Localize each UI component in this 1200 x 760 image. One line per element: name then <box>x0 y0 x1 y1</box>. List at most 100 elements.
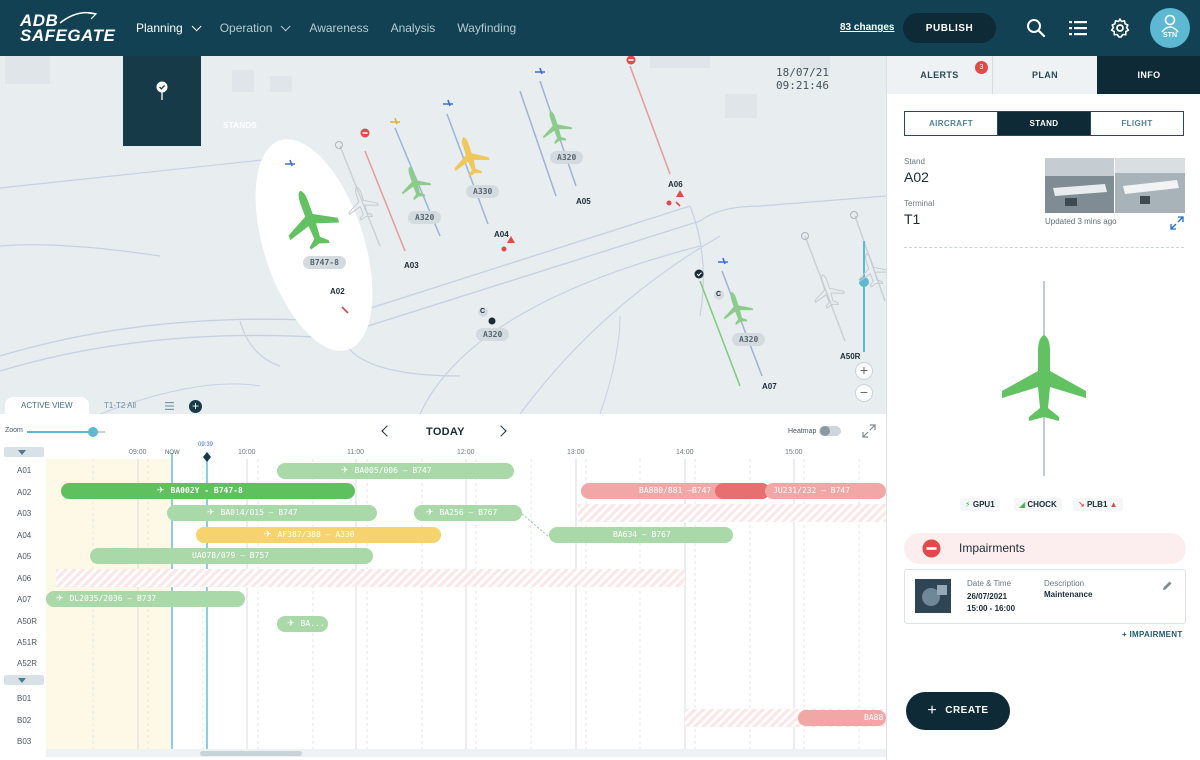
impairment-date: 26/07/2021 <box>967 592 1008 601</box>
nav-wayfinding-label: Wayfinding <box>457 21 517 35</box>
departure-icon: ✈ <box>426 508 434 518</box>
impairment-photo <box>915 579 951 613</box>
hour-label: 10:00 <box>238 449 256 456</box>
tab-info[interactable]: INFO <box>1097 56 1200 94</box>
row-label-b02: B02 <box>17 716 32 725</box>
nav-operation[interactable]: Operation <box>220 20 291 35</box>
hour-label: 13:00 <box>567 449 585 456</box>
stand-label-a05[interactable]: A05 <box>576 197 591 206</box>
nav-analysis[interactable]: Analysis <box>391 21 436 35</box>
equipment-plb1[interactable]: ↘ PLB1 ▲ <box>1073 498 1123 511</box>
row-label-b03: B03 <box>17 737 32 746</box>
hour-label: 14:00 <box>676 449 694 456</box>
aircraft-tag[interactable]: B747-8 <box>303 256 346 269</box>
flight-bar[interactable]: ✈ BA005/006 – B747 <box>277 463 514 479</box>
adb-safegate-logo[interactable]: ADB SAFEGATE <box>20 11 116 45</box>
tab-t1-t2-all[interactable]: T1-T2 All <box>88 397 152 415</box>
flight-bar[interactable]: ✈ BA014/015 – B747 <box>167 505 377 521</box>
current-time-label: 09:39 <box>198 442 214 448</box>
flight-label: BA005/006 – B747 <box>354 466 432 475</box>
flight-bar[interactable]: JU231/232 – B747 <box>765 483 886 499</box>
user-avatar[interactable]: STN <box>1150 8 1190 48</box>
details-panel: ALERTS 3 PLAN INFO AIRCRAFT STAND FLIGHT… <box>886 56 1200 760</box>
aircraft-tag[interactable]: A330 <box>466 185 500 198</box>
scrollbar-thumb[interactable] <box>200 751 302 756</box>
impairments-header[interactable]: Impairments <box>904 533 1186 564</box>
blocked-period <box>56 569 685 587</box>
flight-label: AF387/388 – A330 <box>277 530 355 539</box>
warning-icon <box>676 190 684 197</box>
flight-bar[interactable]: ✈ BA... <box>277 616 328 632</box>
terminal-value: T1 <box>904 211 921 227</box>
chevron-down-icon <box>191 20 202 31</box>
top-bar: ADB SAFEGATE Planning Operation Awarenes… <box>0 0 1200 56</box>
impairment-card[interactable]: Date & Time 26/07/2021 15:00 - 16:00 Des… <box>904 569 1186 624</box>
flight-label: JU231/232 – B747 <box>773 486 851 495</box>
aircraft-tag[interactable]: A320 <box>550 151 584 164</box>
stand-label-a04[interactable]: A04 <box>494 230 509 239</box>
tab-plan[interactable]: PLAN <box>992 56 1097 94</box>
search-icon[interactable] <box>1024 16 1048 40</box>
stand-label-a03[interactable]: A03 <box>404 261 419 270</box>
departure-icon: ✈ <box>287 619 295 629</box>
stand-label-a50r[interactable]: A50R <box>840 352 860 361</box>
stand-label-a06[interactable]: A06 <box>668 180 683 189</box>
stand-camera-photo[interactable] <box>1045 158 1185 213</box>
flight-label: BA... <box>300 619 325 628</box>
flight-bar[interactable]: ✈ AF387/388 – A330 <box>196 527 441 543</box>
warning-icon: ▲ <box>1109 500 1118 509</box>
menu-icon[interactable] <box>165 402 174 410</box>
timeline-horizontal-scrollbar[interactable] <box>46 749 886 757</box>
logo-swoosh-icon <box>59 11 98 24</box>
flight-bar-selected[interactable]: ✈ BA002Y - B747-8 <box>61 483 355 499</box>
conflict-overlap[interactable] <box>715 483 770 499</box>
segment-aircraft[interactable]: AIRCRAFT <box>905 112 997 135</box>
nav-planning[interactable]: Planning <box>136 20 202 35</box>
hour-label: 11:00 <box>347 449 364 456</box>
stand-label-a07[interactable]: A07 <box>762 382 777 391</box>
group-a-toggle[interactable] <box>4 447 44 457</box>
flight-bar[interactable]: ✈ DL2035/2036 – B737 <box>46 591 245 607</box>
airport-map[interactable]: STANDS 18/07/21 09:21:46 A02 A03 A04 A05… <box>0 56 886 414</box>
edit-pencil-icon[interactable] <box>1161 580 1173 592</box>
logo-text-line2: SAFEGATE <box>20 26 116 45</box>
nav-awareness[interactable]: Awareness <box>309 21 368 35</box>
departure-icon: ✈ <box>56 594 64 604</box>
group-b-toggle[interactable] <box>4 675 44 685</box>
list-icon[interactable] <box>1066 16 1090 40</box>
gear-icon[interactable] <box>1108 16 1132 40</box>
changes-link[interactable]: 83 changes <box>840 22 894 33</box>
flight-label: BA014/015 – B747 <box>220 508 298 517</box>
stands-filter-button[interactable]: STANDS <box>123 56 257 146</box>
equipment-gpu1[interactable]: ⚡ GPU1 <box>960 498 1000 511</box>
segment-stand[interactable]: STAND <box>997 112 1090 135</box>
aircraft-tag[interactable]: A320 <box>476 328 510 341</box>
segment-flight[interactable]: FLIGHT <box>1090 112 1183 135</box>
alerts-count-badge: 3 <box>975 61 988 74</box>
flight-label: DL2035/2036 – B737 <box>69 594 157 603</box>
nav-wayfinding[interactable]: Wayfinding <box>457 21 516 35</box>
aircraft-tag[interactable]: A320 <box>408 211 442 224</box>
departure-icon: ✈ <box>207 508 215 518</box>
tab-active-view[interactable]: ACTIVE VIEW <box>5 397 89 415</box>
flight-bar[interactable]: UA078/079 – B757 <box>90 548 373 564</box>
no-entry-icon <box>922 539 941 558</box>
aircraft-b747-icon <box>1002 335 1086 421</box>
hour-label: 15:00 <box>785 449 803 456</box>
add-impairment-link[interactable]: + IMPAIRMENT <box>1122 630 1183 639</box>
row-label-a02: A02 <box>17 488 32 497</box>
publish-button[interactable]: PUBLISH <box>903 13 996 43</box>
expand-photo-icon[interactable] <box>1170 216 1184 230</box>
flight-bar[interactable]: BA88 <box>798 710 886 726</box>
map-zoom-in-button[interactable]: + <box>855 362 873 380</box>
stand-label-a02[interactable]: A02 <box>330 287 345 296</box>
create-button[interactable]: + CREATE <box>906 692 1010 730</box>
tab-alerts-label: ALERTS <box>920 70 959 80</box>
add-view-button[interactable]: + <box>189 400 202 413</box>
aircraft-tag[interactable]: A320 <box>732 333 766 346</box>
flight-bar[interactable]: BA634 – B767 <box>549 527 733 543</box>
stands-filter-label: STANDS <box>222 121 258 130</box>
user-icon <box>1161 14 1179 33</box>
flight-bar[interactable]: ✈ BA256 – B767 <box>414 505 522 521</box>
equipment-chock[interactable]: ◢ CHOCK <box>1014 498 1062 511</box>
